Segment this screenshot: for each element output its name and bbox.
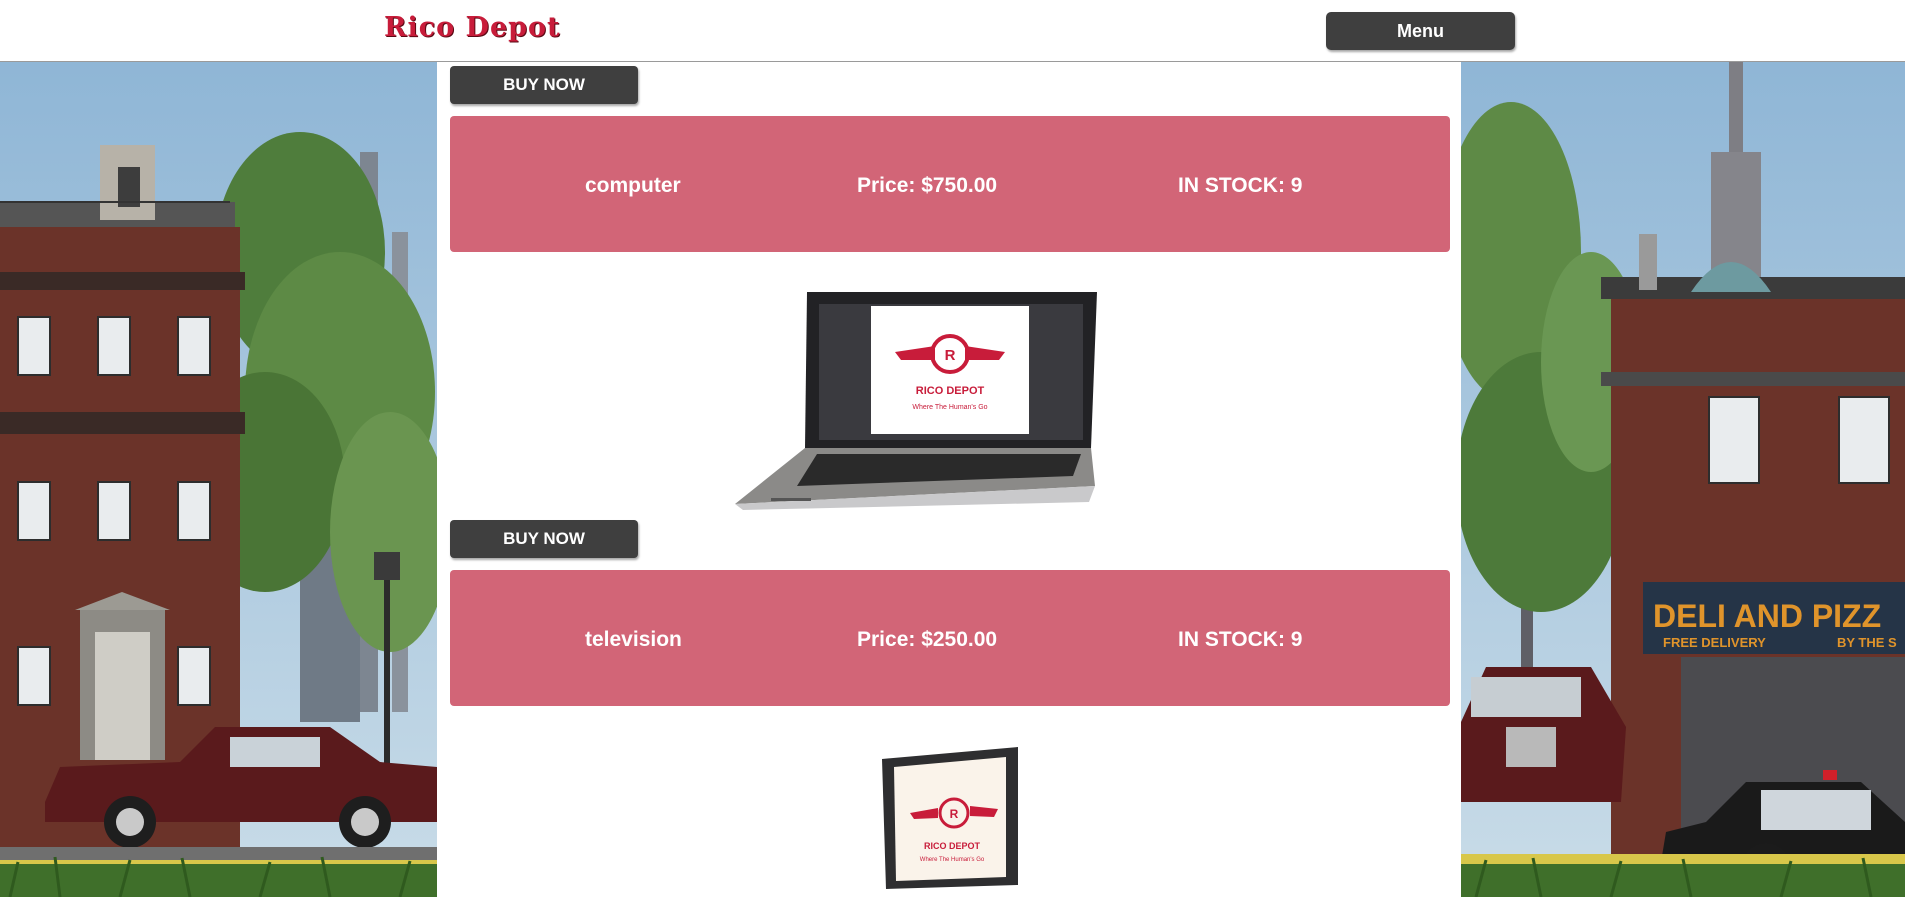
page: DELI AND PIZZ FREE DELIVERY BY THE S Ric… <box>0 0 1905 897</box>
background-scene-right: DELI AND PIZZ FREE DELIVERY BY THE S <box>1461 62 1905 897</box>
site-logo[interactable]: Rico Depot <box>384 12 561 43</box>
background-scene-left <box>0 62 437 897</box>
product-list: BUY NOW computer Price: $750.00 IN STOCK… <box>437 62 1461 897</box>
menu-button[interactable]: Menu <box>1326 12 1515 50</box>
buy-now-button[interactable]: BUY NOW <box>450 66 638 104</box>
product-price: Price: $250.00 <box>857 628 998 651</box>
product-name: television <box>585 628 682 651</box>
city-street-illustration-right: DELI AND PIZZ FREE DELIVERY BY THE S <box>1461 62 1905 897</box>
buy-now-button[interactable]: BUY NOW <box>450 520 638 558</box>
storefront-sign-text: DELI AND PIZZ <box>1653 598 1881 634</box>
image-brand-text: RICO DEPOT <box>916 385 985 397</box>
product-stock: IN STOCK: 9 <box>1178 628 1303 651</box>
product-card: computer Price: $750.00 IN STOCK: 9 <box>450 116 1450 252</box>
laptop-product-image: R RICO DEPOT Where The Human's Go <box>735 292 1097 510</box>
product-name: computer <box>585 174 681 197</box>
image-tagline-text: Where The Human's Go <box>920 857 985 863</box>
product-price: Price: $750.00 <box>857 174 998 197</box>
storefront-sign-sub-right: BY THE S <box>1837 635 1897 650</box>
site-header: Rico Depot Menu <box>0 0 1905 62</box>
television-product-image: R RICO DEPOT Where The Human's Go <box>882 747 1018 889</box>
product-stock: IN STOCK: 9 <box>1178 174 1303 197</box>
emblem-letter: R <box>945 347 956 364</box>
image-brand-text: RICO DEPOT <box>924 841 981 851</box>
image-tagline-text: Where The Human's Go <box>912 404 987 411</box>
product-card: television Price: $250.00 IN STOCK: 9 <box>450 570 1450 706</box>
storefront-sign-sub-left: FREE DELIVERY <box>1663 635 1766 650</box>
emblem-letter: R <box>950 807 959 821</box>
city-street-illustration-left <box>0 62 437 897</box>
